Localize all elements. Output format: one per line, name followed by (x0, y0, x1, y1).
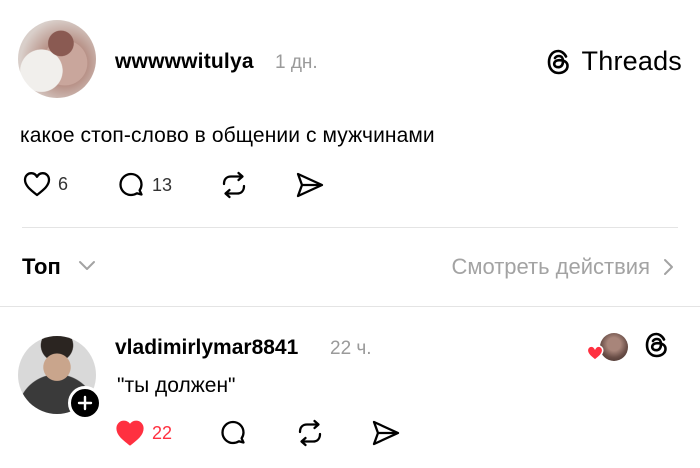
reply-time: 22 ч. (330, 338, 372, 359)
follow-button[interactable] (68, 386, 102, 420)
like-button[interactable]: 6 (22, 170, 68, 198)
send-icon (296, 172, 324, 198)
post-text: какое стоп-слово в общении с мужчинами (20, 124, 435, 147)
threads-logo-icon (547, 49, 569, 74)
repost-icon (222, 171, 246, 199)
brand-name: Threads (581, 46, 682, 76)
view-activity-link[interactable]: Смотреть действия (451, 254, 674, 280)
threads-logo-icon[interactable] (642, 330, 672, 360)
comment-icon (221, 420, 245, 445)
comment-icon (119, 172, 143, 197)
heart-icon (586, 345, 604, 362)
reply-username[interactable]: vladimirlymar8841 (115, 336, 298, 360)
reply-share-button[interactable] (370, 418, 402, 448)
heart-filled-icon (116, 420, 144, 446)
reply-repost-button[interactable] (294, 418, 326, 448)
like-count: 6 (58, 173, 69, 194)
avatar[interactable] (18, 20, 96, 98)
view-activity-label: Смотреть действия (451, 254, 650, 279)
reply-text: "ты должен" (117, 374, 236, 397)
send-icon (372, 420, 400, 446)
reply-like-count: 22 (152, 422, 173, 443)
chevron-down-icon[interactable] (78, 258, 96, 272)
repost-button[interactable] (218, 170, 250, 200)
reply-item: vladimirlymar8841 22 ч. "ты должен" 22 (0, 306, 700, 468)
chevron-right-icon (664, 259, 673, 275)
post-username[interactable]: wwwwwitulya (115, 50, 254, 74)
threads-brand: Threads (544, 46, 682, 77)
repost-icon (298, 419, 322, 447)
share-button[interactable] (294, 170, 326, 200)
plus-icon (77, 395, 93, 411)
post-header: wwwwwitulya 1 дн. Threads (18, 20, 682, 102)
divider (22, 227, 678, 228)
reply-comment-button[interactable] (218, 418, 248, 448)
reply-like-button[interactable]: 22 (114, 418, 172, 448)
sort-bar: Топ Смотреть действия (22, 252, 674, 284)
sort-dropdown[interactable]: Топ (22, 254, 61, 280)
heart-icon (23, 172, 51, 197)
comment-count: 13 (152, 174, 173, 195)
comment-button[interactable]: 13 (116, 170, 172, 200)
post-time: 1 дн. (275, 52, 318, 73)
